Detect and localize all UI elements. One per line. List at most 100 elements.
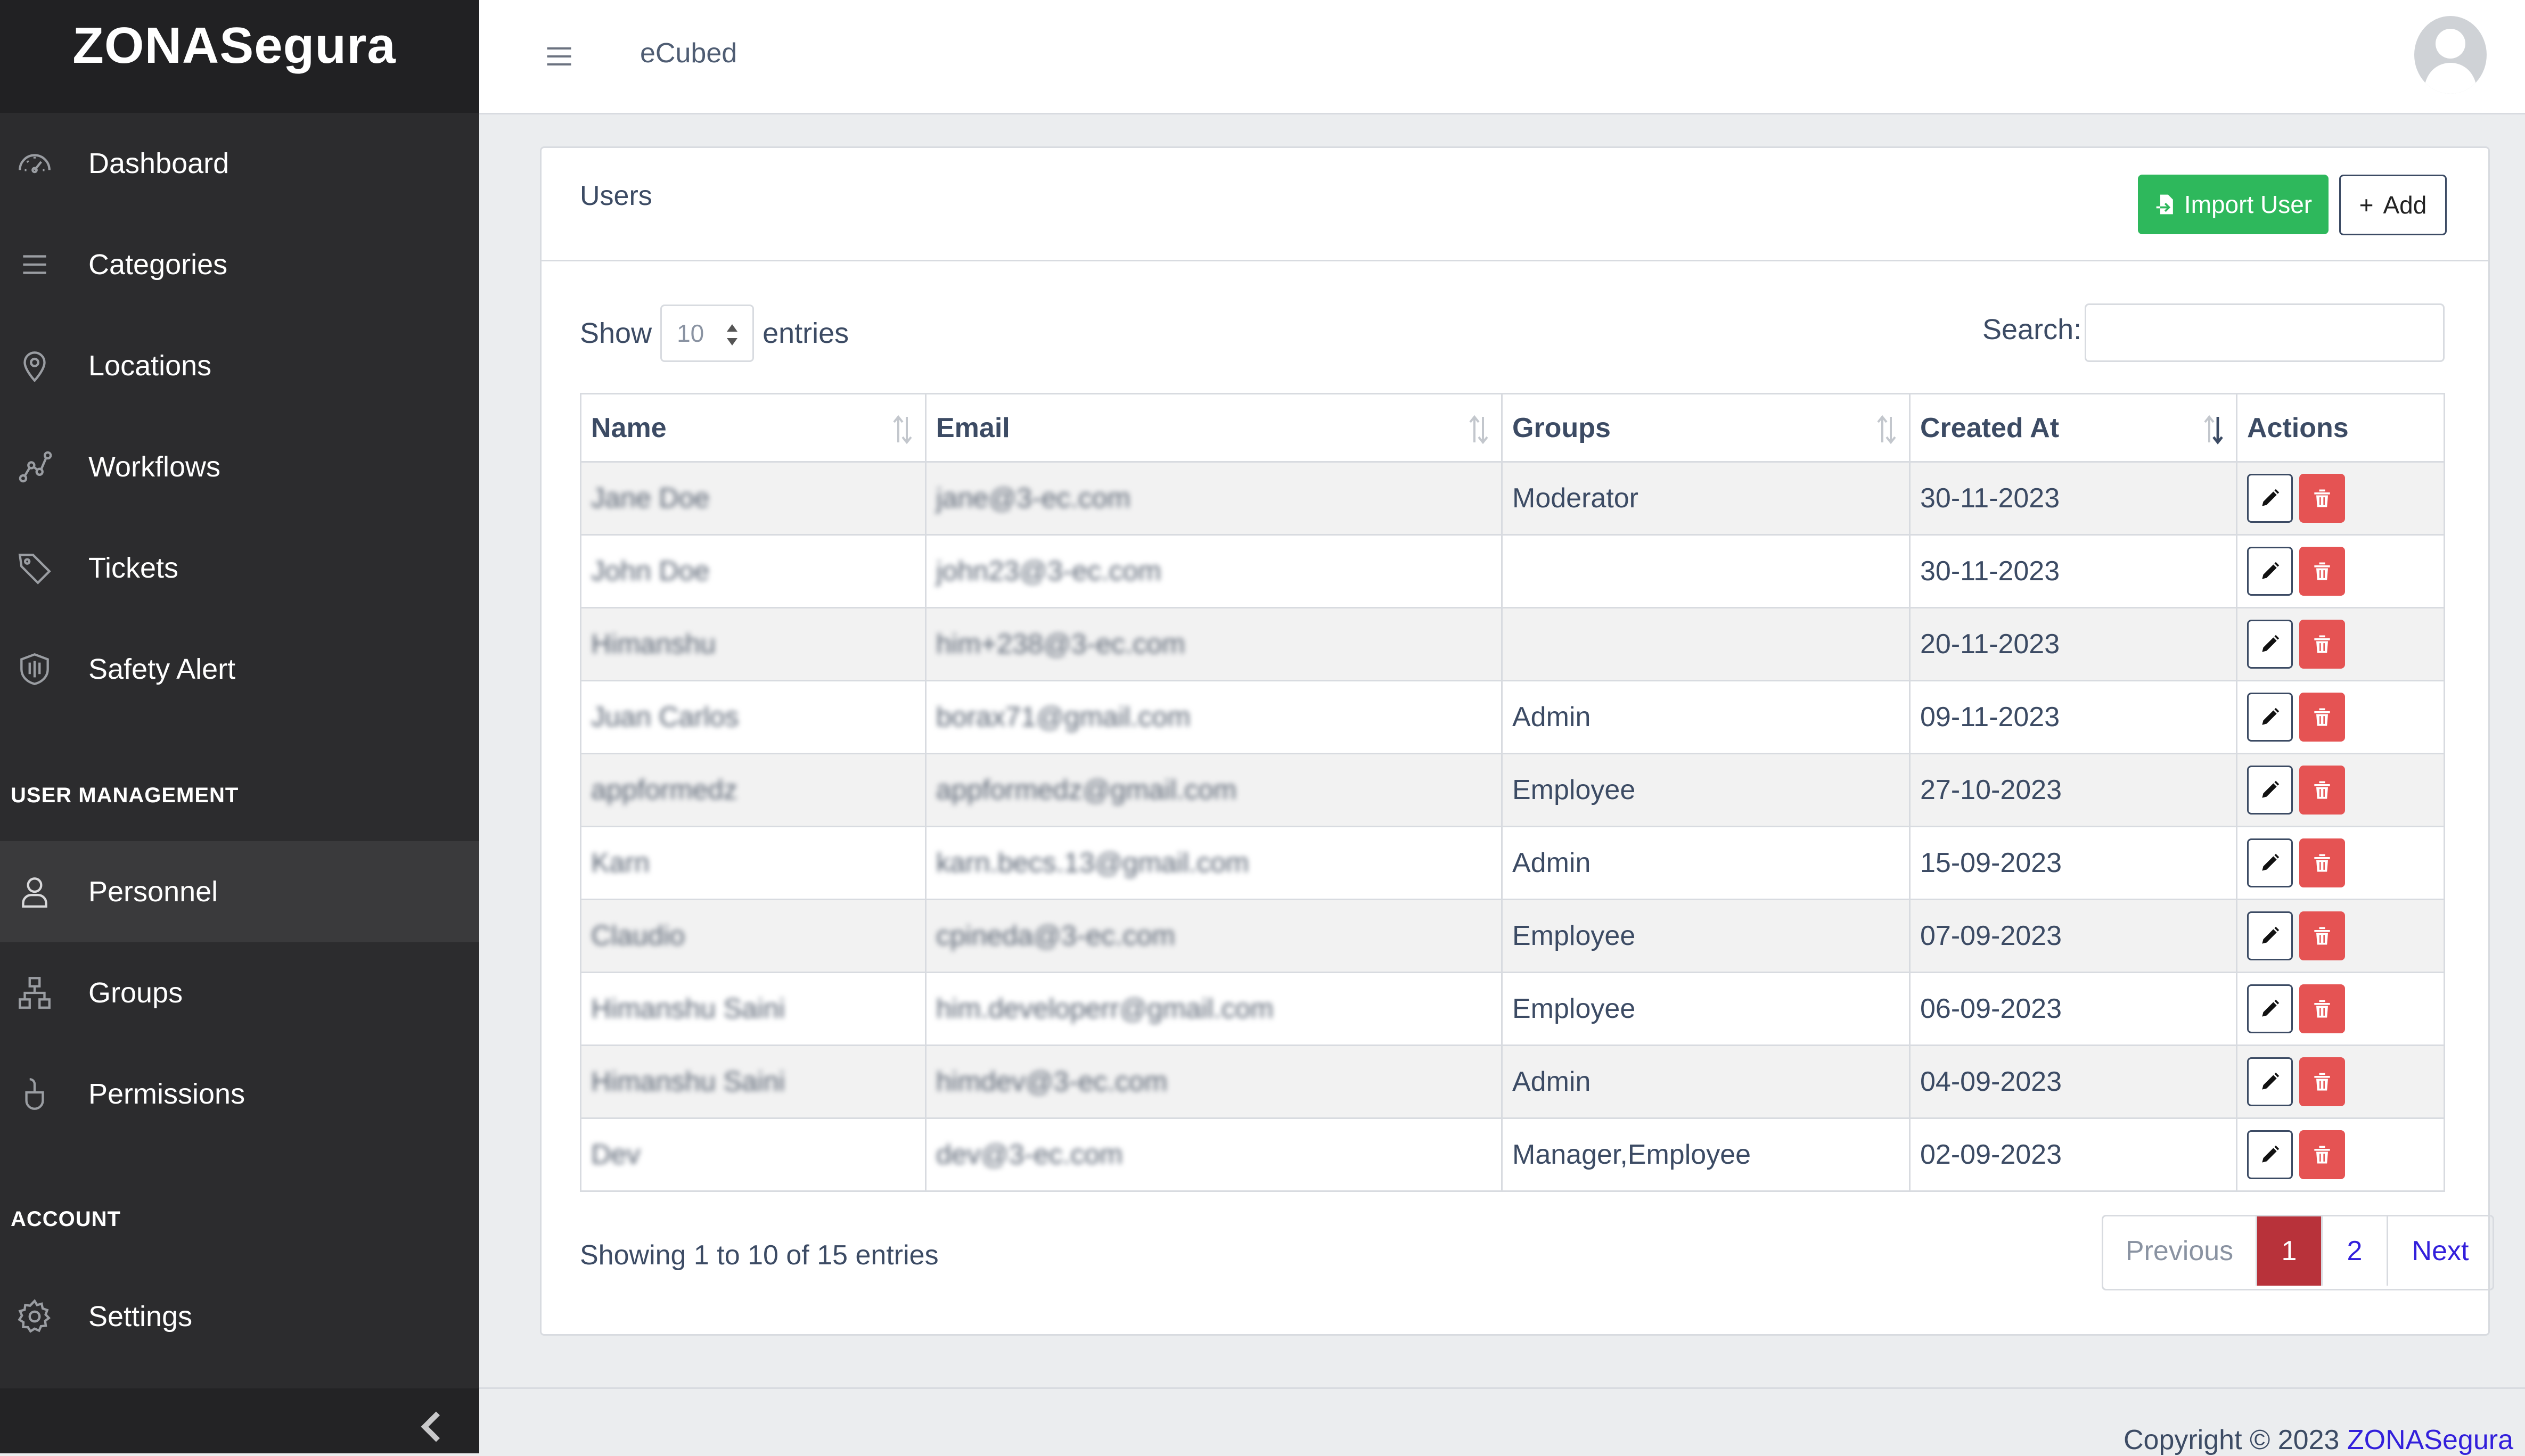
cell-groups: Employee — [1501, 899, 1911, 973]
pagination-previous[interactable]: Previous — [2103, 1216, 2257, 1286]
sidebar-item-categories[interactable]: Categories — [0, 214, 479, 315]
cell-created-at: 15-09-2023 — [1909, 826, 2237, 900]
sidebar-item-workflows[interactable]: Workflows — [0, 416, 479, 517]
footer-brand-link[interactable]: ZONASegura — [2347, 1425, 2513, 1455]
delete-button[interactable] — [2299, 911, 2345, 960]
cell-name: John Doe — [580, 534, 927, 608]
cell-actions — [2236, 461, 2445, 536]
workflow-icon — [15, 447, 54, 487]
edit-button[interactable] — [2247, 474, 2293, 523]
cell-name: Himanshu — [580, 607, 927, 681]
column-header-groups[interactable]: Groups — [1501, 393, 1911, 463]
avatar[interactable] — [2414, 16, 2487, 94]
add-user-button[interactable]: + Add — [2339, 175, 2447, 235]
sidebar-item-safety-alert[interactable]: Safety Alert — [0, 619, 479, 720]
sidebar-item-tickets[interactable]: Tickets — [0, 517, 479, 619]
sort-desc-icon — [2204, 415, 2223, 445]
cell-name: Himanshu Saini — [580, 1044, 927, 1119]
column-header-name[interactable]: Name — [580, 393, 927, 463]
pencil-icon — [2262, 853, 2280, 871]
edit-button[interactable] — [2247, 547, 2293, 596]
edit-button[interactable] — [2247, 766, 2293, 815]
cell-actions — [2236, 680, 2445, 754]
sort-icon — [893, 415, 912, 445]
cell-email: appformedz@gmail.com — [925, 753, 1503, 827]
pagination: Previous 1 2 Next — [2102, 1215, 2494, 1290]
pencil-icon — [2262, 780, 2280, 798]
sidebar-item-label: Personnel — [88, 876, 218, 908]
cell-groups: Employee — [1501, 753, 1911, 827]
trash-icon — [2314, 854, 2330, 872]
pencil-icon — [2262, 489, 2280, 506]
delete-button[interactable] — [2299, 693, 2345, 742]
page-size-select[interactable]: 10 — [660, 305, 755, 362]
edit-button[interactable] — [2247, 984, 2293, 1033]
pagination-page-2[interactable]: 2 — [2323, 1216, 2388, 1286]
search-input[interactable] — [2085, 303, 2445, 362]
sidebar-item-dashboard[interactable]: Dashboard — [0, 113, 479, 214]
pencil-icon — [2262, 562, 2280, 579]
edit-button[interactable] — [2247, 1057, 2293, 1106]
sidebar-item-label: Locations — [88, 350, 212, 382]
table-row: Himanshu him+238@3-ec.com 20-11-2023 — [580, 607, 2445, 681]
brand-name: ZONASegura — [72, 17, 396, 74]
table-row: Himanshu Saini him.developerr@gmail.com Em… — [580, 972, 2445, 1046]
sidebar-item-permissions[interactable]: Permissions — [0, 1043, 479, 1145]
hamburger-menu-icon[interactable] — [543, 40, 575, 72]
pencil-icon — [2262, 635, 2280, 652]
table-row: Juan Carlos borax71@gmail.com Admin 09-11-2… — [580, 680, 2445, 754]
card-title: Users — [580, 180, 652, 211]
trash-icon — [2314, 1000, 2330, 1018]
sitemap-icon — [15, 973, 54, 1013]
edit-button[interactable] — [2247, 1130, 2293, 1179]
cell-email: john23@3-ec.com — [925, 534, 1503, 608]
column-header-created-at[interactable]: Created At — [1909, 393, 2237, 463]
sidebar-item-groups[interactable]: Groups — [0, 942, 479, 1043]
cell-email: himdev@3-ec.com — [925, 1044, 1503, 1119]
pagination-next[interactable]: Next — [2388, 1216, 2493, 1286]
cell-groups: Moderator — [1501, 461, 1911, 536]
sidebar-item-label: Workflows — [88, 451, 221, 483]
delete-button[interactable] — [2299, 1057, 2345, 1106]
edit-button[interactable] — [2247, 620, 2293, 669]
table-row: Jane Doe jane@3-ec.com Moderator 30-11-2023 — [580, 461, 2445, 536]
cell-actions — [2236, 972, 2445, 1046]
pencil-icon — [2262, 926, 2280, 944]
column-header-email[interactable]: Email — [925, 393, 1503, 463]
edit-button[interactable] — [2247, 911, 2293, 960]
cell-actions — [2236, 1044, 2445, 1119]
cell-groups — [1501, 534, 1911, 608]
sidebar-item-locations[interactable]: Locations — [0, 315, 479, 416]
delete-button[interactable] — [2299, 620, 2345, 669]
trash-icon — [2314, 489, 2330, 507]
cell-name: Dev — [580, 1117, 927, 1192]
delete-button[interactable] — [2299, 838, 2345, 887]
delete-button[interactable] — [2299, 766, 2345, 815]
brand-logo[interactable]: ZONASegura — [0, 0, 479, 113]
edit-button[interactable] — [2247, 838, 2293, 887]
copyright-text: Copyright © 2023 — [2123, 1425, 2340, 1455]
table-row: Dev dev@3-ec.com Manager,Employee 02-09-202… — [580, 1117, 2445, 1192]
import-user-button[interactable]: Import User — [2138, 175, 2329, 234]
delete-button[interactable] — [2299, 984, 2345, 1033]
delete-button[interactable] — [2299, 474, 2345, 523]
header-title[interactable]: eCubed — [640, 37, 737, 69]
cell-name: Karn — [580, 826, 927, 900]
cell-groups: Admin — [1501, 1044, 1911, 1119]
cell-created-at: 02-09-2023 — [1909, 1117, 2237, 1192]
cell-created-at: 04-09-2023 — [1909, 1044, 2237, 1119]
pencil-icon — [2262, 1072, 2280, 1090]
sidebar-item-settings[interactable]: Settings — [0, 1266, 479, 1367]
pagination-page-1[interactable]: 1 — [2257, 1216, 2323, 1286]
dashboard-icon — [15, 144, 54, 183]
trash-icon — [2314, 708, 2330, 726]
edit-button[interactable] — [2247, 693, 2293, 742]
delete-button[interactable] — [2299, 1130, 2345, 1179]
sidebar-item-personnel[interactable]: Personnel — [0, 841, 479, 942]
sidebar-item-label: Settings — [88, 1301, 193, 1332]
chevron-left-icon[interactable] — [415, 1405, 447, 1448]
pencil-icon — [2262, 1145, 2280, 1163]
cell-email: jane@3-ec.com — [925, 461, 1503, 536]
sort-icon — [1877, 415, 1896, 445]
delete-button[interactable] — [2299, 547, 2345, 596]
